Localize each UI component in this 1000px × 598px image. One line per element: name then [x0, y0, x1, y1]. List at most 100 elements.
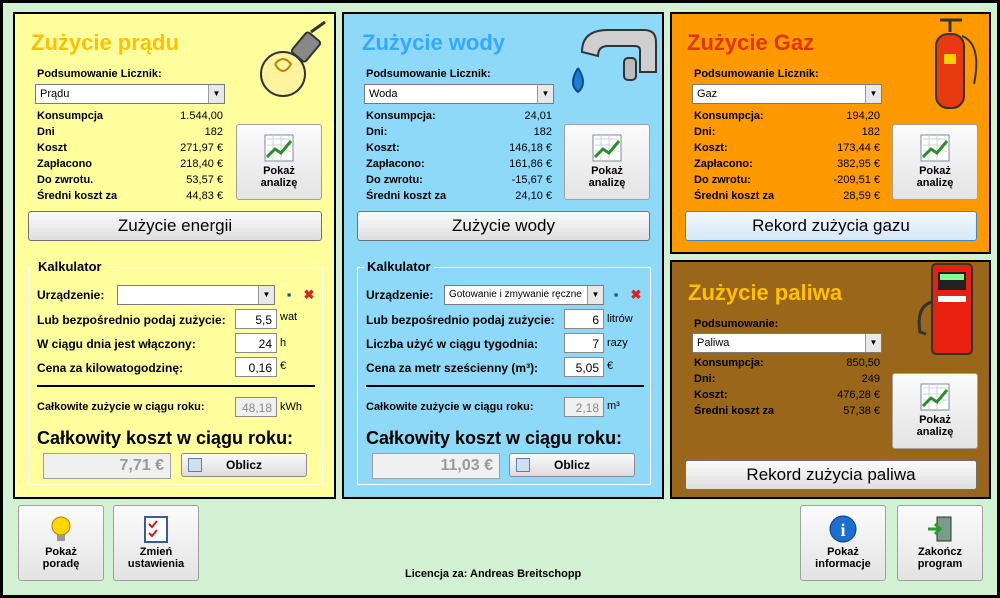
- electric-annual-label: Całkowite zużycie w ciągu roku:: [37, 401, 205, 413]
- fuel-stat-value: 249: [861, 373, 880, 385]
- show-info-button[interactable]: i Pokaż informacje: [800, 505, 886, 581]
- light-bulb-icon: [51, 516, 71, 541]
- chevron-down-icon[interactable]: ▼: [865, 334, 881, 352]
- electric-stat-label: Do zwrotu.: [37, 174, 94, 186]
- save-icon[interactable]: ▪: [281, 287, 297, 303]
- chart-analysis-icon: [264, 134, 294, 162]
- electric-price-input[interactable]: 0,16: [235, 357, 277, 377]
- water-annual-input: 2,18: [564, 397, 604, 417]
- chart-analysis-icon: [592, 134, 622, 162]
- water-device-label: Urządzenie:: [366, 288, 434, 302]
- exit-door-icon: [928, 516, 952, 542]
- electric-calc-button[interactable]: Oblicz: [181, 453, 307, 477]
- water-direct-unit: litrów: [607, 313, 633, 325]
- gas-panel: Zużycie Gaz Podsumowanie Licznik: Gaz ▼ K…: [670, 12, 991, 254]
- delete-icon[interactable]: ✖: [301, 287, 317, 303]
- electric-stat-label: Konsumpcja: [37, 110, 104, 122]
- electric-stat-value: 182: [204, 126, 223, 138]
- electric-analysis-label: Pokaż analizę: [260, 165, 298, 189]
- water-tap-icon: [572, 29, 657, 94]
- electric-direct-unit: wat: [280, 311, 298, 323]
- electric-device-select[interactable]: ▼: [117, 285, 275, 305]
- fuel-stat-value: 850,50: [846, 357, 880, 369]
- gas-title: Zużycie Gaz: [687, 30, 815, 55]
- chevron-down-icon[interactable]: ▼: [208, 85, 224, 103]
- electric-hours-label: W ciągu dnia jest włączony:: [37, 337, 196, 351]
- electric-usage-button[interactable]: Zużycie energii: [28, 211, 322, 241]
- gas-meter-select[interactable]: Gaz ▼: [692, 84, 882, 104]
- water-total-label: Całkowity koszt w ciągu roku:: [366, 428, 623, 448]
- water-stat-label: Konsumpcja:: [366, 110, 436, 122]
- water-stat-value: 161,86 €: [509, 158, 552, 170]
- chevron-down-icon[interactable]: ▼: [587, 286, 603, 304]
- show-tip-label: Pokaż poradę: [42, 546, 80, 570]
- gas-record-button[interactable]: Rekord zużycia gazu: [685, 211, 977, 241]
- electric-total-label: Całkowity koszt w ciągu roku:: [37, 428, 294, 448]
- water-stat-value: 146,18 €: [509, 142, 552, 154]
- gas-stat-value: 382,95 €: [837, 158, 880, 170]
- fuel-title: Zużycie paliwa: [688, 280, 843, 305]
- fuel-select[interactable]: Paliwa ▼: [692, 333, 882, 353]
- chevron-down-icon[interactable]: ▼: [865, 85, 881, 103]
- electric-device-label: Urządzenie:: [37, 288, 105, 302]
- electric-panel: Zużycie prądu Podsumowanie Licznik: Prąd…: [13, 12, 336, 499]
- water-meter-select[interactable]: Woda ▼: [364, 84, 554, 104]
- electric-calculator: Kalkulator Urządzenie: ▼ ▪ ✖ Lub bezpośr…: [28, 259, 323, 485]
- electric-stat-value: 1.544,00: [180, 110, 223, 122]
- water-calculator: Kalkulator Urządzenie: Gotowanie i zmywa…: [357, 259, 651, 485]
- gas-summary-label: Podsumowanie Licznik:: [694, 68, 819, 80]
- water-device-select[interactable]: Gotowanie i zmywanie ręczne ▼: [444, 285, 604, 305]
- water-usage-button[interactable]: Zużycie wody: [357, 211, 650, 241]
- electric-price-label: Cena za kilowatogodzinę:: [37, 361, 184, 375]
- water-uses-input[interactable]: 7: [564, 333, 604, 353]
- electric-direct-label: Lub bezpośrednio podaj zużycie:: [37, 313, 226, 327]
- chart-analysis-icon: [920, 134, 950, 162]
- delete-icon[interactable]: ✖: [628, 287, 644, 303]
- fuel-panel: Zużycie paliwa Podsumowanie: Paliwa ▼ Kon…: [670, 260, 991, 499]
- show-tip-button[interactable]: Pokaż poradę: [18, 505, 104, 581]
- electric-hours-input[interactable]: 24: [235, 333, 277, 353]
- fuel-stat-label: Konsumpcja:: [694, 357, 764, 369]
- svg-text:i: i: [840, 520, 845, 540]
- water-calc-button[interactable]: Oblicz: [509, 453, 635, 477]
- electric-divider: [37, 385, 315, 387]
- electric-stat-label: Dni: [37, 126, 55, 138]
- gas-stat-value: 182: [861, 126, 880, 138]
- electric-title: Zużycie prądu: [31, 30, 179, 55]
- chevron-down-icon[interactable]: ▼: [258, 286, 274, 304]
- water-price-input[interactable]: 5,05: [564, 357, 604, 377]
- electric-analysis-button[interactable]: Pokaż analizę: [236, 124, 322, 200]
- save-icon[interactable]: ▪: [608, 287, 624, 303]
- water-stat-label: Średni koszt za: [366, 190, 447, 202]
- calculator-icon: [188, 458, 202, 472]
- gas-cylinder-icon: [935, 18, 978, 109]
- gas-stat-label: Konsumpcja:: [694, 110, 764, 122]
- fuel-record-button[interactable]: Rekord zużycia paliwa: [685, 460, 977, 490]
- water-annual-label: Całkowite zużycie w ciągu roku:: [366, 401, 534, 413]
- electric-stat-value: 271,97 €: [180, 142, 223, 154]
- water-stat-value: 24,01: [524, 110, 552, 122]
- electric-total-value: 7,71 €: [43, 453, 171, 479]
- checklist-icon: [144, 516, 168, 543]
- water-panel: Zużycie wody Podsumowanie Licznik: Woda ▼…: [342, 12, 664, 499]
- fuel-stat-label: Dni:: [694, 373, 716, 385]
- electric-direct-input[interactable]: 5,5: [235, 309, 277, 329]
- water-price-unit: €: [607, 360, 614, 372]
- fuel-stat-label: Koszt:: [694, 389, 728, 401]
- water-uses-unit: razy: [607, 337, 628, 349]
- exit-program-button[interactable]: Zakończ program: [897, 505, 983, 581]
- fuel-analysis-button[interactable]: Pokaż analizę: [892, 373, 978, 449]
- fuel-stat-value: 57,38 €: [843, 405, 880, 417]
- electric-meter-select[interactable]: Prądu ▼: [35, 84, 225, 104]
- gas-meter-value: Gaz: [697, 88, 718, 100]
- gas-stat-value: 28,59 €: [843, 190, 880, 202]
- gas-analysis-button[interactable]: Pokaż analizę: [892, 124, 978, 200]
- water-calc-legend: Kalkulator: [364, 259, 434, 274]
- water-summary-label: Podsumowanie Licznik:: [366, 68, 491, 80]
- water-analysis-button[interactable]: Pokaż analizę: [564, 124, 650, 200]
- water-stat-label: Do zwrotu:: [366, 174, 423, 186]
- change-settings-button[interactable]: Zmień ustawienia: [113, 505, 199, 581]
- water-direct-input[interactable]: 6: [564, 309, 604, 329]
- chevron-down-icon[interactable]: ▼: [537, 85, 553, 103]
- gas-stat-label: Koszt:: [694, 142, 728, 154]
